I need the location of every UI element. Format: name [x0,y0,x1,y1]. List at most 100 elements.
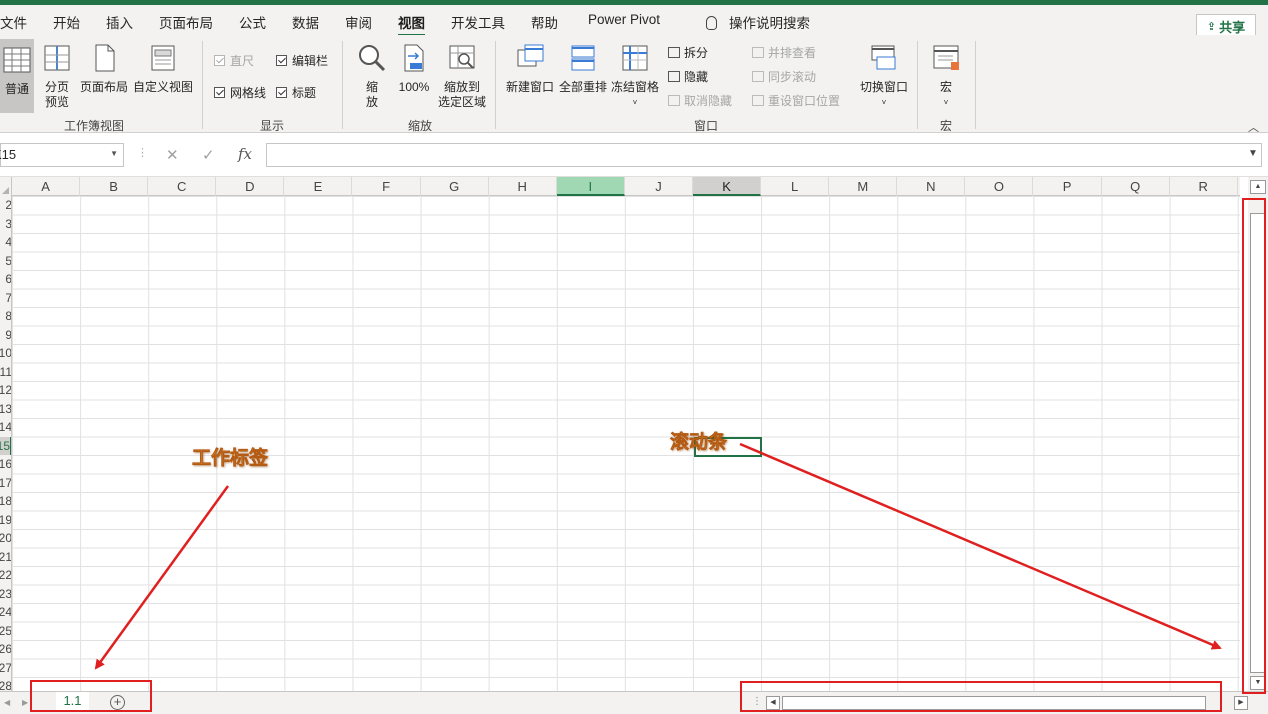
split-button[interactable]: 拆分 [668,44,708,61]
column-header-g[interactable]: G [421,177,489,196]
row-header-13[interactable]: 13 [0,400,11,419]
column-header-e[interactable]: E [284,177,353,196]
row-header-25[interactable]: 25 [0,622,11,641]
tab-review[interactable]: 审阅 [345,12,372,32]
row-header-3[interactable]: 3 [0,215,11,234]
formula-bar-checkbox[interactable]: 编辑栏 [276,52,328,69]
zoom-button[interactable]: 缩 放 [354,43,390,110]
row-header-21[interactable]: 21 [0,548,11,567]
row-header-23[interactable]: 23 [0,585,11,604]
cancel-icon[interactable]: ✕ [166,146,179,164]
row-header-17[interactable]: 17 [0,474,11,493]
sync-scroll-button[interactable]: 同步滚动 [752,68,816,85]
row-header-14[interactable]: 14 [0,418,11,437]
column-header-l[interactable]: L [761,177,830,196]
row-header-20[interactable]: 20 [0,529,11,548]
column-header-b[interactable]: B [80,177,149,196]
zoom-to-selection-button[interactable]: 缩放到 选定区域 [434,43,490,110]
switch-windows-button[interactable]: 切换窗口 ˅ [856,43,912,110]
row-header-18[interactable]: 18 [0,492,11,511]
switch-windows-icon [871,45,896,70]
row-header-22[interactable]: 22 [0,566,11,585]
headings-check-icon [276,87,287,98]
hide-button[interactable]: 隐藏 [668,68,708,85]
row-header-28[interactable]: 28 [0,677,11,691]
macros-button[interactable]: 宏 ˅ [928,43,964,110]
row-header-6[interactable]: 6 [0,270,11,289]
column-header-r[interactable]: R [1170,177,1238,196]
row-header-9[interactable]: 9 [0,326,11,345]
column-header-a[interactable]: A [12,177,81,196]
page-break-preview-button[interactable]: 分页 预览 [40,43,74,110]
column-header-p[interactable]: P [1034,177,1102,196]
expand-formula-bar-icon[interactable]: ▼ [1248,148,1258,159]
column-header-q[interactable]: Q [1102,177,1170,196]
freeze-panes-button[interactable]: 冻结窗格 ˅ [610,43,660,110]
column-header-j[interactable]: J [625,177,693,196]
row-header-10[interactable]: 10 [0,344,11,363]
normal-view-label: 普通 [4,82,29,96]
tab-view[interactable]: 视图 [398,12,425,37]
column-header-i[interactable]: I [556,177,625,196]
custom-views-button[interactable]: 自定义视图 [132,43,194,95]
insert-function-icon[interactable]: fx [238,145,252,163]
row-header-16[interactable]: 16 [0,455,11,474]
row-header-5[interactable]: 5 [0,252,11,271]
normal-view-button[interactable]: 普通 [0,39,34,113]
page-layout-view-button[interactable]: 页面布局 [78,43,130,95]
unhide-icon [668,95,680,106]
sheet-nav-left-icon[interactable]: ◀ [4,698,10,707]
headings-checkbox[interactable]: 标题 [276,84,316,101]
lightbulb-icon [706,16,717,30]
column-header-c[interactable]: C [148,177,217,196]
arrange-all-button[interactable]: 全部重排 [558,43,608,95]
name-box[interactable]: K15 ▼ [0,143,124,167]
row-headers: 2345678910111213141516171819202122232425… [0,196,12,691]
row-header-4[interactable]: 4 [0,233,11,252]
row-header-11[interactable]: 11 [0,363,11,382]
scroll-up-icon[interactable]: ▲ [1250,180,1266,194]
tab-data[interactable]: 数据 [292,12,319,32]
sheet-nav-right-icon[interactable]: ▶ [22,698,28,707]
formula-input[interactable] [266,143,1262,167]
tab-power-pivot[interactable]: Power Pivot [588,12,660,27]
row-header-2[interactable]: 2 [0,196,11,215]
ruler-checkbox[interactable]: 直尺 [214,52,254,69]
row-header-24[interactable]: 24 [0,603,11,622]
page-break-icon [44,45,70,71]
column-header-f[interactable]: F [353,177,421,196]
tab-insert[interactable]: 插入 [106,12,133,32]
tell-me-search[interactable]: 操作说明搜索 [706,12,810,32]
tab-help[interactable]: 帮助 [531,12,558,32]
column-header-d[interactable]: D [216,177,285,196]
view-side-by-side-button[interactable]: 并排查看 [752,44,816,61]
column-header-k[interactable]: K [693,177,762,196]
row-header-19[interactable]: 19 [0,511,11,530]
row-header-8[interactable]: 8 [0,307,11,326]
group-separator [917,41,918,129]
chevron-down-icon: ˅ [881,98,887,107]
unhide-button[interactable]: 取消隐藏 [668,92,732,109]
column-header-h[interactable]: H [489,177,557,196]
enter-icon[interactable]: ✓ [202,146,215,164]
select-all-button[interactable] [0,177,12,196]
row-header-15[interactable]: 15 [0,436,11,455]
column-header-n[interactable]: N [897,177,966,196]
column-header-m[interactable]: M [829,177,898,196]
row-header-7[interactable]: 7 [0,289,11,308]
reset-window-position-button[interactable]: 重设窗口位置 [752,92,840,109]
tab-developer[interactable]: 开发工具 [451,12,505,32]
row-header-12[interactable]: 12 [0,381,11,400]
sheet-tab-annotation-label: 工作标签 [192,448,269,470]
tab-formulas[interactable]: 公式 [239,12,266,32]
gridlines-checkbox[interactable]: 网格线 [214,84,266,101]
zoom-100-button[interactable]: 100% [396,43,432,95]
new-window-button[interactable]: 新建窗口 [504,43,556,95]
scroll-right-icon[interactable]: ▶ [1234,696,1248,710]
tab-home[interactable]: 开始 [53,12,80,32]
row-header-26[interactable]: 26 [0,640,11,659]
tab-file[interactable]: 文件 [0,12,27,32]
tab-page-layout[interactable]: 页面布局 [159,12,213,32]
column-header-o[interactable]: O [965,177,1034,196]
row-header-27[interactable]: 27 [0,659,11,678]
